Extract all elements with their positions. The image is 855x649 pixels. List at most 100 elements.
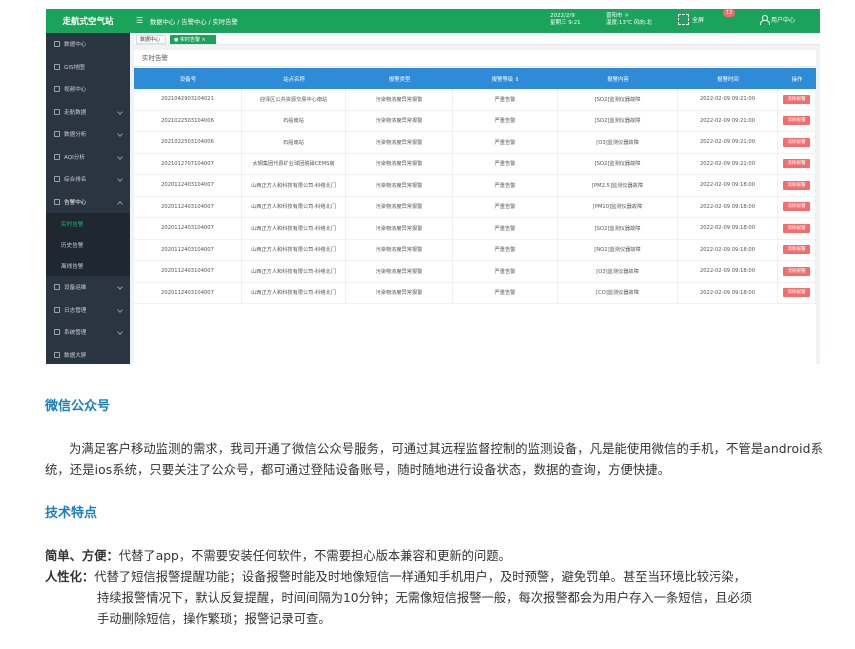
table-cell-action: 消除报警 <box>778 261 816 282</box>
table-cell: 污染物浓度异常报警 <box>346 239 453 260</box>
sidebar-item-label: 设备运维 <box>64 285 87 292</box>
sidebar-item-logs[interactable]: 日志管理 <box>46 299 130 322</box>
column-header-sortable[interactable]: 报警等级 ⇕ <box>453 68 558 89</box>
sidebar-item-alarm-center[interactable]: 告警中心 <box>46 191 130 214</box>
home-icon <box>54 41 60 48</box>
menu-toggle-icon[interactable]: ☰ <box>136 16 143 25</box>
table-cell: 山西正方人和科技有限公司-科络北门 <box>242 282 346 303</box>
column-header[interactable]: 报警内容 <box>558 68 678 89</box>
clear-alarm-button[interactable]: 消除报警 <box>783 116 810 126</box>
log-icon <box>54 306 60 313</box>
sidebar-item-system[interactable]: 系统管理 <box>46 321 130 344</box>
chevron-down-icon <box>117 131 123 137</box>
clear-alarm-button[interactable]: 消除报警 <box>783 94 810 104</box>
table-cell: [PM10]监测仪器故障 <box>558 196 678 217</box>
table-row: 2020112403104007 山西正方人和科技有限公司-科络北门 污染物浓度异常… <box>134 196 816 218</box>
screen-icon <box>54 351 60 358</box>
settings-icon <box>54 329 60 336</box>
datetime: 2022/2/9 星期三 9:21 <box>550 13 581 27</box>
table-row: 2021012707104007 太钢集团代县矿业球团脱硝CEMS房 污染物浓度异常… <box>134 153 816 175</box>
sidebar-item-label: 系统管理 <box>64 330 87 337</box>
table-cell: 污染物浓度异常报警 <box>346 110 453 131</box>
clear-alarm-button[interactable]: 消除报警 <box>783 202 810 212</box>
feature-humanized: 人性化：代替了短信报警提醒功能；设备报警时能及时地像短信一样通知手机用户，及时预… <box>45 567 825 626</box>
sidebar-item-aqi[interactable]: AQI分析 <box>46 146 130 169</box>
table-cell: 污染物浓度异常报警 <box>346 89 453 110</box>
sidebar-item-analysis[interactable]: 数据分析 <box>46 123 130 146</box>
feature-text-line2: 持续报警情况下，默认反复提醒，时间间隔为10分钟；无需像短信报警一般，每次报警都… <box>97 591 753 605</box>
sidebar-item-ranking[interactable]: 综合排名 <box>46 168 130 191</box>
table-row: 2020112403104007 山西正方人和科技有限公司-科络北门 污染物浓度异常… <box>134 218 816 240</box>
table-cell: 2020112403104007 <box>134 175 242 196</box>
app-logo[interactable]: 走航式空气站 <box>46 9 130 33</box>
table-cell: [PM2.5]监测仪器故障 <box>558 175 678 196</box>
fullscreen-button[interactable]: 全屏 <box>678 14 704 25</box>
chevron-down-icon <box>117 329 123 335</box>
table-cell: 2022-02-09 09:18:00 <box>678 218 778 239</box>
table-cell: 2021022503104006 <box>134 132 242 153</box>
clear-alarm-button[interactable]: 消除报警 <box>783 223 810 233</box>
table-cell: 2020112403104007 <box>134 261 242 282</box>
time-text: 星期三 9:21 <box>550 20 581 26</box>
sidebar-sub-realtime[interactable]: 实时告警 <box>46 213 130 234</box>
table-row: 2020112403104007 山西正方人和科技有限公司-科络北门 污染物浓度异常… <box>134 282 816 304</box>
sidebar: 数据中心 GIS地图 视频中心 走航数据 数据分析 AQI分析 综合排名 告警中… <box>46 33 130 364</box>
user-icon <box>760 15 770 25</box>
table-cell: 2020112403104007 <box>134 282 242 303</box>
clear-alarm-button[interactable]: 消除报警 <box>783 159 810 169</box>
sidebar-sub-history[interactable]: 历史告警 <box>46 234 130 255</box>
column-header[interactable]: 报警时间 <box>678 68 778 89</box>
clear-alarm-button[interactable]: 消除报警 <box>783 266 810 276</box>
table-cell: 2022-02-09 09:18:00 <box>678 239 778 260</box>
table-cell: 污染物浓度异常报警 <box>346 282 453 303</box>
table-cell-action: 消除报警 <box>778 175 816 196</box>
feature-simple: 简单、方便：代替了app，不需要安装任何软件，不需要担心版本兼容和更新的问题。 <box>45 546 511 567</box>
table-cell-action: 消除报警 <box>778 218 816 239</box>
notification-badge[interactable]: 12 <box>723 9 736 17</box>
sidebar-item-data-center[interactable]: 数据中心 <box>46 33 130 56</box>
table-cell: 迎泽区公共资源交易中心南站 <box>242 89 346 110</box>
table-cell-action: 消除报警 <box>778 110 816 131</box>
wechat-paragraph: 为满足客户移动监测的需求，我司开通了微信公众号服务，可通过其远程监督控制的监测设… <box>45 442 823 477</box>
feature-label: 人性化： <box>45 570 95 584</box>
table-cell: 2022-02-09 09:21:00 <box>678 89 778 110</box>
sidebar-item-label: AQI分析 <box>64 154 85 161</box>
table-cell: [SO2]监测仪器故障 <box>558 110 678 131</box>
sidebar-item-label: 告警中心 <box>64 199 87 206</box>
table-cell: 山西正方人和科技有限公司-科络北门 <box>242 239 346 260</box>
user-center-button[interactable]: 用户中心 <box>760 15 795 25</box>
section-title-tech: 技术特点 <box>45 506 98 521</box>
feature-label: 简单、方便： <box>45 549 119 563</box>
sidebar-sub-offline[interactable]: 离线告警 <box>46 255 130 276</box>
sidebar-item-label: 综合排名 <box>64 177 87 184</box>
sidebar-item-maintenance[interactable]: 设备运维 <box>46 276 130 299</box>
column-header[interactable]: 站点名称 <box>242 68 346 89</box>
sidebar-item-gis[interactable]: GIS地图 <box>46 56 130 79</box>
clear-alarm-button[interactable]: 消除报警 <box>783 288 810 298</box>
table-row: 2021022503104006 石船南站 污染物浓度异常报警 严重告警 [O3]监测仪… <box>134 132 816 154</box>
table-row: 2020112403104007 山西正方人和科技有限公司-科络北门 污染物浓度异常… <box>134 239 816 261</box>
table-cell: 石船南站 <box>242 110 346 131</box>
sidebar-item-walk-data[interactable]: 走航数据 <box>46 101 130 124</box>
table-cell: 污染物浓度异常报警 <box>346 218 453 239</box>
column-header[interactable]: 报警类型 <box>346 68 453 89</box>
table-cell: 2021012707104007 <box>134 153 242 174</box>
feature-text: 代替了app，不需要安装任何软件，不需要担心版本兼容和更新的问题。 <box>118 549 511 563</box>
table-cell: 严重告警 <box>453 261 558 282</box>
bell-icon <box>54 198 60 205</box>
clear-alarm-button[interactable]: 消除报警 <box>783 137 810 147</box>
sidebar-item-label: 走航数据 <box>64 109 87 116</box>
clear-alarm-button[interactable]: 消除报警 <box>783 245 810 255</box>
table-cell: 严重告警 <box>453 110 558 131</box>
column-header: 操作 <box>791 76 803 83</box>
table-cell: 2022-02-09 09:18:00 <box>678 175 778 196</box>
tab-realtime-alarm[interactable]: ● 实时告警 × <box>170 34 216 44</box>
clear-alarm-button[interactable]: 消除报警 <box>783 180 810 190</box>
fullscreen-label: 全屏 <box>692 17 705 24</box>
column-header[interactable]: 设备号 <box>134 68 242 89</box>
table-cell: 严重告警 <box>453 175 558 196</box>
table-cell: [NO2]监测仪器故障 <box>558 239 678 260</box>
sidebar-item-video[interactable]: 视频中心 <box>46 78 130 101</box>
sidebar-item-big-screen[interactable]: 数据大屏 <box>46 344 130 365</box>
tab-data-center[interactable]: 数据中心 <box>136 34 166 44</box>
